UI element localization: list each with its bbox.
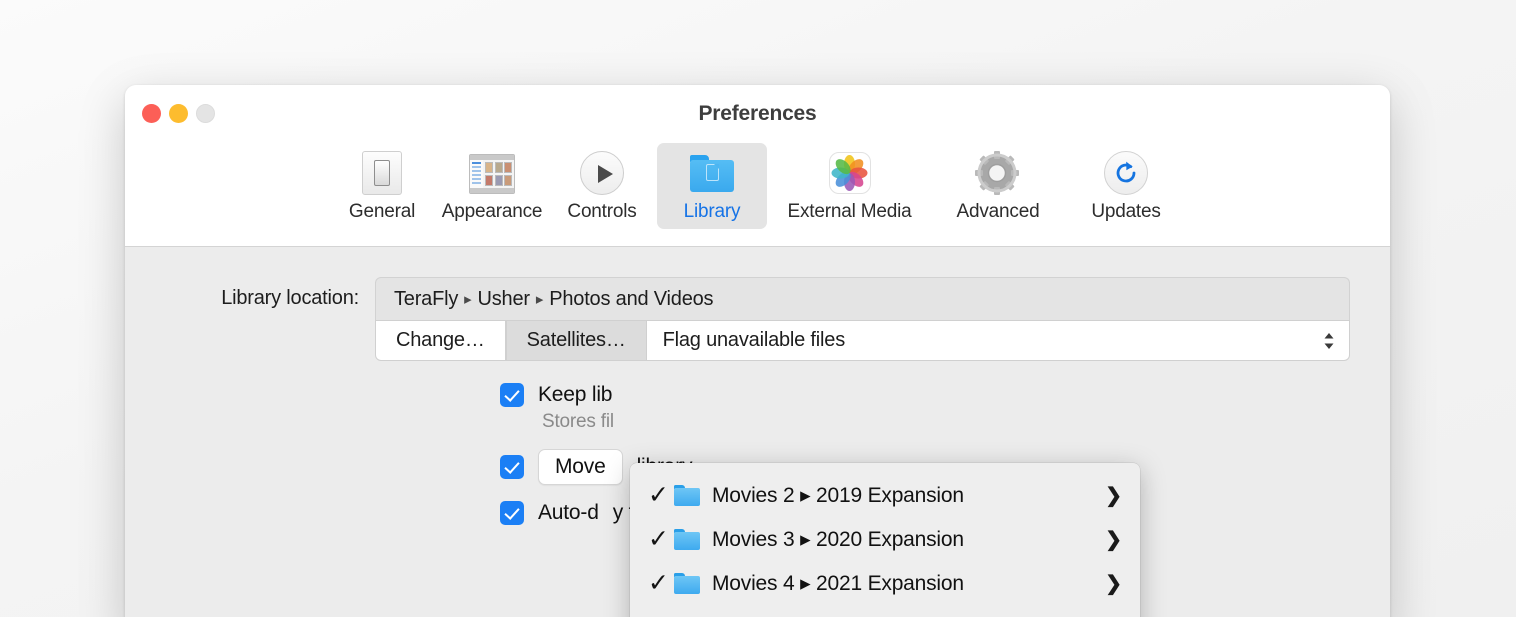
checkmark-icon: ✓ xyxy=(648,483,674,508)
keep-library-description: Stores fil xyxy=(542,411,1390,433)
menu-item-movies-4-label: Movies 4 ▸ 2021 Expansion xyxy=(712,571,1105,596)
tab-advanced-label: Advanced xyxy=(957,201,1040,223)
satellites-dropdown-menu: ✓ Movies 2 ▸ 2019 Expansion ❯ ✓ Movies 3… xyxy=(630,463,1140,617)
flag-unavailable-popup-value: Flag unavailable files xyxy=(663,329,845,352)
tab-general[interactable]: General xyxy=(327,143,437,229)
keep-library-description-head: Stores fil xyxy=(542,411,614,432)
window-title: Preferences xyxy=(125,102,1390,126)
preferences-window: Preferences General xyxy=(125,85,1390,617)
play-circle-icon xyxy=(579,150,625,196)
menu-item-movies-3[interactable]: ✓ Movies 3 ▸ 2020 Expansion ❯ xyxy=(630,517,1140,561)
tab-library-label: Library xyxy=(684,201,741,223)
keep-library-checkbox[interactable] xyxy=(500,383,524,407)
move-library-checkbox[interactable] xyxy=(500,455,524,479)
tab-controls[interactable]: Controls xyxy=(547,143,657,229)
satellites-button[interactable]: Satellites… xyxy=(506,320,647,361)
menu-item-movies-2[interactable]: ✓ Movies 2 ▸ 2019 Expansion ❯ xyxy=(630,473,1140,517)
switch-plate-icon xyxy=(359,150,405,196)
tab-general-label: General xyxy=(349,201,415,223)
blue-folder-icon xyxy=(674,529,700,550)
chevron-up-down-icon xyxy=(1323,332,1335,350)
desktop-background: Preferences General xyxy=(0,0,1516,617)
change-button[interactable]: Change… xyxy=(375,320,506,361)
tab-advanced[interactable]: Advanced xyxy=(932,143,1064,229)
tab-updates-label: Updates xyxy=(1091,201,1160,223)
submenu-chevron-icon: ❯ xyxy=(1105,483,1126,508)
tab-controls-label: Controls xyxy=(567,201,636,223)
library-buttons-row: Change… Satellites… Flag unavailable fil… xyxy=(125,320,1390,361)
menu-item-add-satellite[interactable]: Add Satellite… xyxy=(630,605,1140,617)
path-separator-icon: ▸ xyxy=(464,290,471,308)
window-titlebar: Preferences General xyxy=(125,85,1390,247)
tab-external-media-label: External Media xyxy=(788,201,912,223)
tab-appearance-label: Appearance xyxy=(442,201,542,223)
preferences-toolbar: General xyxy=(125,143,1390,229)
path-separator-icon: ▸ xyxy=(536,290,543,308)
submenu-chevron-icon: ❯ xyxy=(1105,571,1126,596)
move-button[interactable]: Move xyxy=(538,449,623,485)
menu-item-movies-2-label: Movies 2 ▸ 2019 Expansion xyxy=(712,483,1105,508)
blue-folder-document-icon xyxy=(689,150,735,196)
checkmark-icon: ✓ xyxy=(648,571,674,596)
tab-external-media[interactable]: External Media xyxy=(767,143,932,229)
option-keep-library: Keep lib xyxy=(500,383,1390,407)
tab-updates[interactable]: Updates xyxy=(1064,143,1188,229)
tab-appearance[interactable]: Appearance xyxy=(437,143,547,229)
menu-item-movies-4[interactable]: ✓ Movies 4 ▸ 2021 Expansion ❯ xyxy=(630,561,1140,605)
auto-delete-label: Auto-d xyxy=(538,501,599,525)
menu-item-movies-3-label: Movies 3 ▸ 2020 Expansion xyxy=(712,527,1105,552)
refresh-circle-icon xyxy=(1103,150,1149,196)
library-path-field[interactable]: TeraFly ▸ Usher ▸ Photos and Videos xyxy=(375,277,1350,320)
window-grid-icon xyxy=(469,150,515,196)
blue-folder-icon xyxy=(674,573,700,594)
path-segment-1: Usher xyxy=(478,288,530,311)
tab-library[interactable]: Library xyxy=(657,143,767,229)
library-location-label: Library location: xyxy=(165,287,375,310)
path-segment-2: Photos and Videos xyxy=(549,288,713,311)
photos-pinwheel-icon xyxy=(827,150,873,196)
auto-delete-checkbox[interactable] xyxy=(500,501,524,525)
flag-unavailable-popup[interactable]: Flag unavailable files xyxy=(647,320,1350,361)
submenu-chevron-icon: ❯ xyxy=(1105,527,1126,552)
library-location-row: Library location: TeraFly ▸ Usher ▸ Phot… xyxy=(125,277,1390,320)
path-segment-0: TeraFly xyxy=(394,288,458,311)
gear-icon xyxy=(975,150,1021,196)
blue-folder-icon xyxy=(674,485,700,506)
keep-library-label: Keep lib xyxy=(538,383,612,407)
checkmark-icon: ✓ xyxy=(648,527,674,552)
